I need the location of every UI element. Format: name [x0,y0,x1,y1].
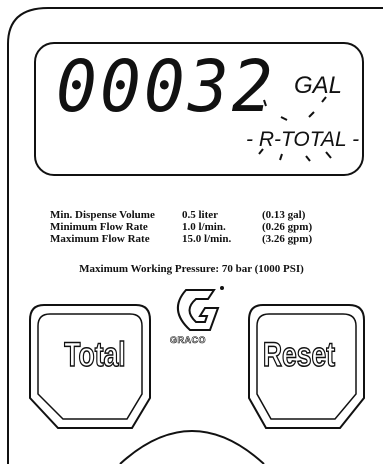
graco-logo-icon [177,286,224,331]
unit-label: GAL [294,72,343,99]
spec-metric: 1.0 l/min. [182,221,226,233]
lcd-display: 00032 GAL - R-TOTAL - [34,42,364,176]
volume-reading: 00032 [56,46,276,129]
meter-panel: 00032 GAL - R-TOTAL - Min. Dispense Volu… [0,0,383,464]
spec-row: Maximum Flow Rate 15.0 l/min. (3.26 gpm) [50,233,316,245]
spec-label: Maximum Flow Rate [50,233,150,245]
total-button[interactable]: Total [52,335,138,375]
spec-label: Min. Dispense Volume [50,209,155,221]
brand-name: GRACO [170,335,206,346]
spec-row: Minimum Flow Rate 1.0 l/min. (0.26 gpm) [50,221,316,233]
spec-row: Min. Dispense Volume 0.5 liter (0.13 gal… [50,209,316,221]
spec-imperial: (0.13 gal) [262,209,306,221]
spec-metric: 0.5 liter [182,209,219,221]
pressure-note: Maximum Working Pressure: 70 bar (1000 P… [79,263,304,275]
spec-table: Min. Dispense Volume 0.5 liter (0.13 gal… [50,209,316,245]
dial-arc [119,430,265,464]
spec-imperial: (0.26 gpm) [262,221,313,233]
mode-label: - R-TOTAL - [246,128,360,151]
spec-imperial: (3.26 gpm) [262,233,313,245]
reset-button[interactable]: Reset [256,335,342,375]
spec-metric: 15.0 l/min. [182,233,232,245]
spec-label: Minimum Flow Rate [50,221,148,233]
